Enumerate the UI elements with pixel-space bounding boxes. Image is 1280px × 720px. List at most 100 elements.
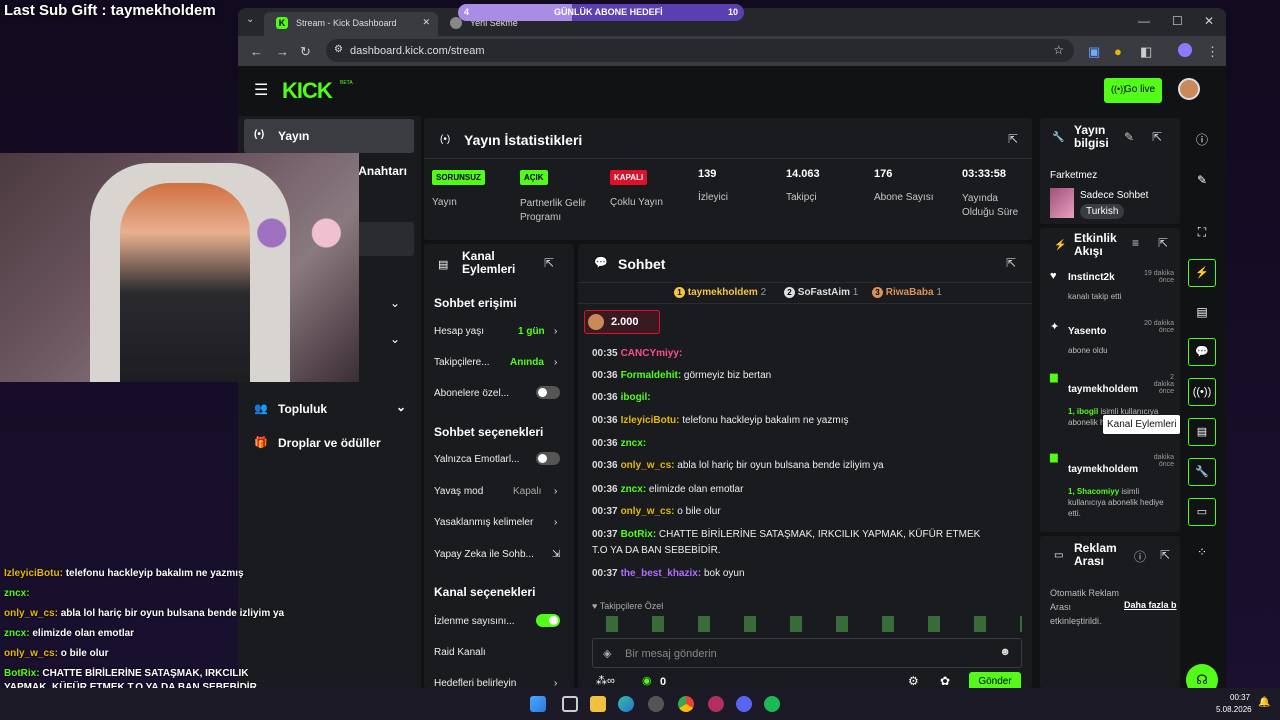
extensions-puzzle-icon[interactable]: ◧ <box>1140 44 1152 60</box>
site-info-icon[interactable]: ⚙ <box>334 44 343 55</box>
windows-start-icon[interactable] <box>530 696 546 712</box>
top-gifter-1[interactable]: 1 taymekholdem 2 <box>674 287 766 298</box>
channel-actions-title: Kanal Eylemleri <box>462 249 516 276</box>
followers-row[interactable]: Takipçilere... Anında › <box>434 357 564 368</box>
activity-item: ♥ Instinct2k 19 dakika önce kanalı takip… <box>1050 270 1174 301</box>
bolt-icon[interactable]: ⚡ <box>1188 259 1216 287</box>
popout-icon[interactable]: ⇱ <box>1152 130 1162 144</box>
edge-icon[interactable] <box>618 696 634 712</box>
user-avatar[interactable] <box>1178 78 1200 100</box>
chat-username[interactable]: IzleyiciBotu <box>621 415 677 426</box>
popout-icon[interactable]: ⇱ <box>1158 236 1168 250</box>
chevron-right-icon: › <box>554 357 558 368</box>
overlay-chat-username: IzleyiciBotu <box>4 568 60 579</box>
stream-title-value: Farketmez <box>1050 170 1098 181</box>
emote-only-toggle[interactable] <box>536 452 560 465</box>
wrench-icon[interactable]: 🔧 <box>1188 458 1216 486</box>
bot-icon[interactable]: ✿ <box>940 674 950 688</box>
subscribers-only-toggle[interactable] <box>536 386 560 399</box>
translate-icon[interactable]: ▣ <box>1088 44 1100 60</box>
chat-input[interactable]: ◈ Bir mesaj gönderin ☻ <box>592 638 1022 668</box>
apps-icon[interactable]: ⁘ <box>1188 538 1216 566</box>
shield-icon: ◈ <box>603 648 612 660</box>
emoji-icon[interactable]: ☻ <box>999 646 1011 658</box>
pinned-kicks[interactable]: 2.000 <box>584 310 660 334</box>
popout-icon[interactable]: ⇱ <box>1008 132 1018 146</box>
banned-words-row[interactable]: Yasaklanmış kelimeler › <box>434 517 564 528</box>
slow-mode-row[interactable]: Yavaş mod Kapalı › <box>434 486 564 497</box>
raid-channel-row[interactable]: Raid Kanalı <box>434 647 564 658</box>
clock-date[interactable]: 5.08.2026 <box>1216 705 1252 714</box>
app-icon[interactable] <box>648 696 664 712</box>
kick-points-icon[interactable]: ⁂∞ <box>596 674 615 687</box>
chat-username[interactable]: only_w_cs <box>621 506 672 517</box>
sidebar-item-droplar[interactable]: 🎁 Droplar ve ödüller <box>244 426 414 460</box>
chat-username[interactable]: Formaldehit <box>621 370 678 381</box>
view-count-toggle[interactable] <box>536 614 560 627</box>
edit-icon[interactable]: ✎ <box>1124 130 1134 144</box>
url-input[interactable]: ⚙ dashboard.kick.com/stream ☆ <box>326 39 1074 62</box>
info-icon[interactable]: ⓘ <box>1134 548 1146 565</box>
profile-icon[interactable] <box>1178 43 1192 57</box>
chat-username[interactable]: zncx <box>621 484 643 495</box>
info-icon[interactable]: ⓘ <box>1188 126 1216 154</box>
file-explorer-icon[interactable] <box>590 696 606 712</box>
chevron-down-icon[interactable]: ⌄ <box>390 332 400 346</box>
edit-icon[interactable]: ✎ <box>1188 166 1216 194</box>
account-age-row[interactable]: Hesap yaşı 1 gün › <box>434 326 564 337</box>
extension-icon[interactable]: ● <box>1114 44 1122 59</box>
top-gifter-3[interactable]: 3 RiwaBaba 1 <box>872 287 942 298</box>
window-icon[interactable]: ▭ <box>1188 498 1216 526</box>
chat-icon[interactable]: 💬 <box>1188 338 1216 366</box>
maximize-icon[interactable]: ☐ <box>1172 14 1183 28</box>
filter-icon[interactable]: ≡ <box>1132 236 1139 250</box>
browser-menu-icon[interactable]: ⋮ <box>1206 44 1219 60</box>
chat-username[interactable]: BotRix <box>621 529 653 540</box>
chat-username[interactable]: zncx <box>621 438 643 449</box>
tab-kick-dashboard[interactable]: K Stream - Kick Dashboard ✕ <box>264 12 438 36</box>
chat-username[interactable]: the_best_khazix <box>621 568 698 579</box>
top-gifter-2[interactable]: 2 SoFastAim 1 <box>784 287 858 298</box>
support-icon[interactable]: ☊ <box>1186 664 1218 688</box>
goals-row[interactable]: Hedefleri belirleyin › <box>434 678 564 688</box>
chat-username[interactable]: CANCYmiyy <box>621 348 679 359</box>
popout-icon[interactable]: ⇱ <box>544 256 554 270</box>
channel-actions-panel: ▤ Kanal Eylemleri ⇱ Sohbet erişimi Hesap… <box>424 244 574 688</box>
minimize-icon[interactable]: — <box>1138 14 1150 28</box>
app-icon-2[interactable] <box>708 696 724 712</box>
broadcast-icon[interactable]: ((•)) <box>1188 378 1216 406</box>
settings-icon[interactable]: ⚙ <box>908 674 919 688</box>
notification-icon[interactable]: 🔔 <box>1258 697 1270 708</box>
popout-icon[interactable]: ⇱ <box>1006 256 1016 270</box>
learn-more-link[interactable]: Daha fazla b <box>1124 600 1177 610</box>
kick-logo[interactable]: KICK <box>282 78 333 104</box>
discord-icon[interactable] <box>736 696 752 712</box>
chat-username[interactable]: only_w_cs <box>621 460 672 471</box>
back-icon[interactable]: ← <box>250 44 263 59</box>
category-thumbnail <box>1050 188 1074 218</box>
chrome-icon[interactable] <box>678 696 694 712</box>
activity-item: ▆ taymekholdem dakika önce 1, Shacomiyy … <box>1050 452 1174 518</box>
ai-chat-row[interactable]: Yapay Zeka ile Sohb... ⇲ <box>434 549 564 560</box>
hamburger-menu-icon[interactable]: ☰ <box>254 80 268 100</box>
fullscreen-icon[interactable]: ⛶ <box>1188 218 1216 246</box>
colon: : <box>647 392 651 403</box>
sidebar-item-yayin[interactable]: (•) Yayın <box>244 119 414 153</box>
reload-icon[interactable]: ↻ <box>300 44 311 60</box>
go-live-button[interactable]: ((•)) Go live <box>1104 78 1162 103</box>
close-tab-icon[interactable]: ✕ <box>422 17 430 28</box>
channel-actions-icon[interactable]: ▤ <box>1188 418 1216 446</box>
task-view-icon[interactable] <box>562 696 578 712</box>
forward-icon[interactable]: → <box>276 44 289 59</box>
chevron-down-icon[interactable]: ⌄ <box>390 296 400 310</box>
document-icon[interactable]: ▤ <box>1188 298 1216 326</box>
screen: { "overlay": { "last_sub_gift": "Last Su… <box>0 0 1280 720</box>
clock-time[interactable]: 00:37 <box>1230 693 1250 702</box>
bookmark-star-icon[interactable]: ☆ <box>1053 43 1064 57</box>
sidebar-item-topluluk[interactable]: 👥 Topluluk ⌄ <box>244 392 414 426</box>
spotify-icon[interactable] <box>764 696 780 712</box>
tab-list-icon[interactable]: ⌄ <box>246 14 254 25</box>
close-window-icon[interactable]: ✕ <box>1204 14 1214 28</box>
popout-icon[interactable]: ⇱ <box>1160 548 1170 562</box>
chat-username[interactable]: ibogil <box>621 392 648 403</box>
